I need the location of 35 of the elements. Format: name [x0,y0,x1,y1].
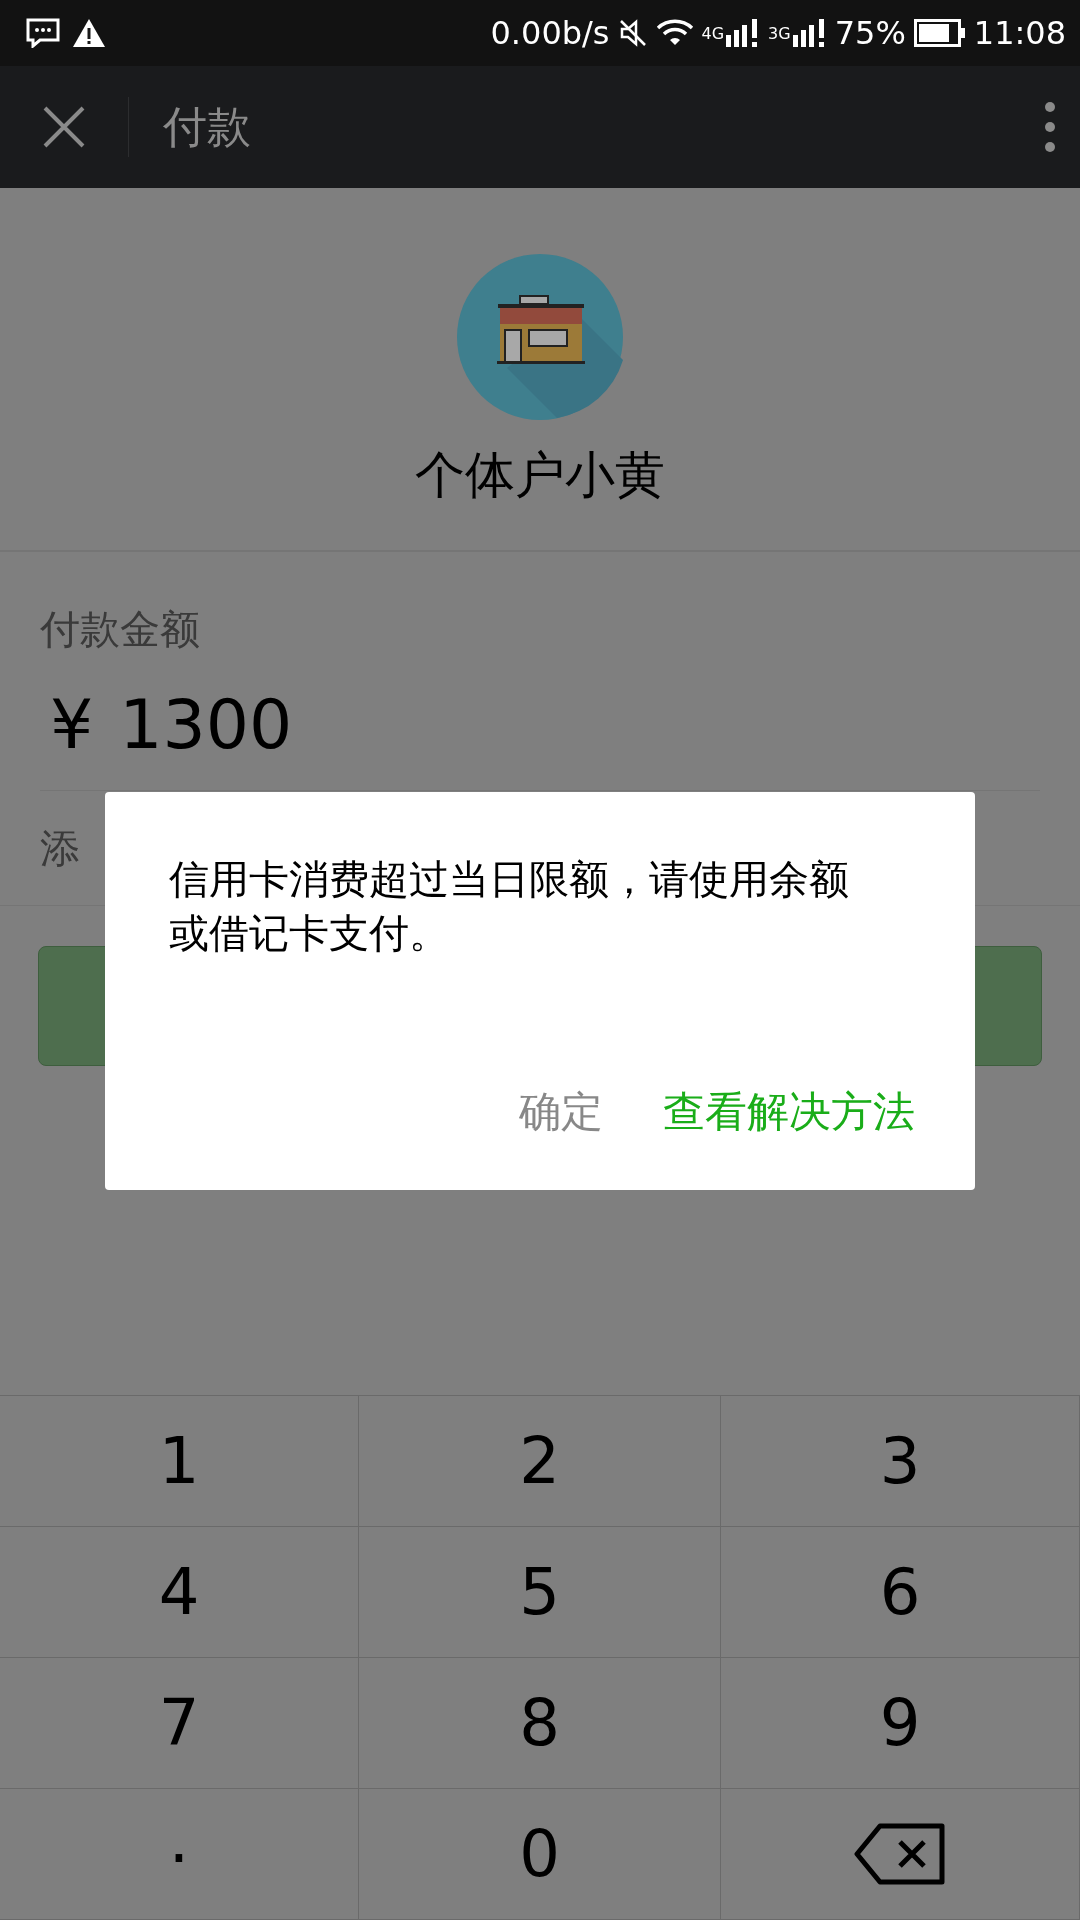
signal-icon [792,19,827,47]
solution-button[interactable]: 查看解决方法 [663,1084,915,1140]
backspace-key[interactable] [721,1789,1080,1920]
keypad-key[interactable]: 8 [359,1658,721,1789]
keypad-key[interactable]: 0 [359,1789,721,1920]
network-type: 3G [768,23,791,43]
add-note-link[interactable]: 添 [40,820,80,876]
dialog-message: 信用卡消费超过当日限额，请使用余额或借记卡支付。 [169,855,850,958]
confirm-button[interactable]: 确定 [519,1084,603,1140]
merchant-name: 个体户小黄 [415,445,665,506]
keypad-key[interactable]: 9 [721,1658,1080,1789]
network-type: 4G [701,23,725,43]
battery-percent: 75% [834,14,906,52]
amount-label: 付款金额 [40,605,201,654]
message-icon [26,18,60,48]
battery-icon [913,19,966,47]
keypad-key[interactable]: 3 [721,1396,1080,1527]
shop-avatar-icon [457,254,623,420]
wifi-icon [655,19,694,47]
close-icon[interactable] [42,105,86,149]
keypad-key[interactable]: 1 [0,1396,359,1527]
amount-field[interactable]: ¥ 1300 [40,657,1040,791]
clock: 11:08 [973,14,1066,52]
keypad-key[interactable]: 4 [0,1527,359,1658]
keypad-key[interactable]: 5 [359,1527,721,1658]
keypad-key[interactable]: 2 [359,1396,721,1527]
backspace-icon [854,1823,946,1885]
keypad-key[interactable]: . [0,1789,359,1920]
keypad-key[interactable]: 6 [721,1527,1080,1658]
warning-icon [72,18,106,48]
keypad-key[interactable]: 7 [0,1658,359,1789]
network-speed: 0.00b/s [490,14,610,52]
page-title: 付款 [163,99,252,154]
mute-icon [617,18,648,48]
more-icon[interactable] [1044,101,1056,153]
